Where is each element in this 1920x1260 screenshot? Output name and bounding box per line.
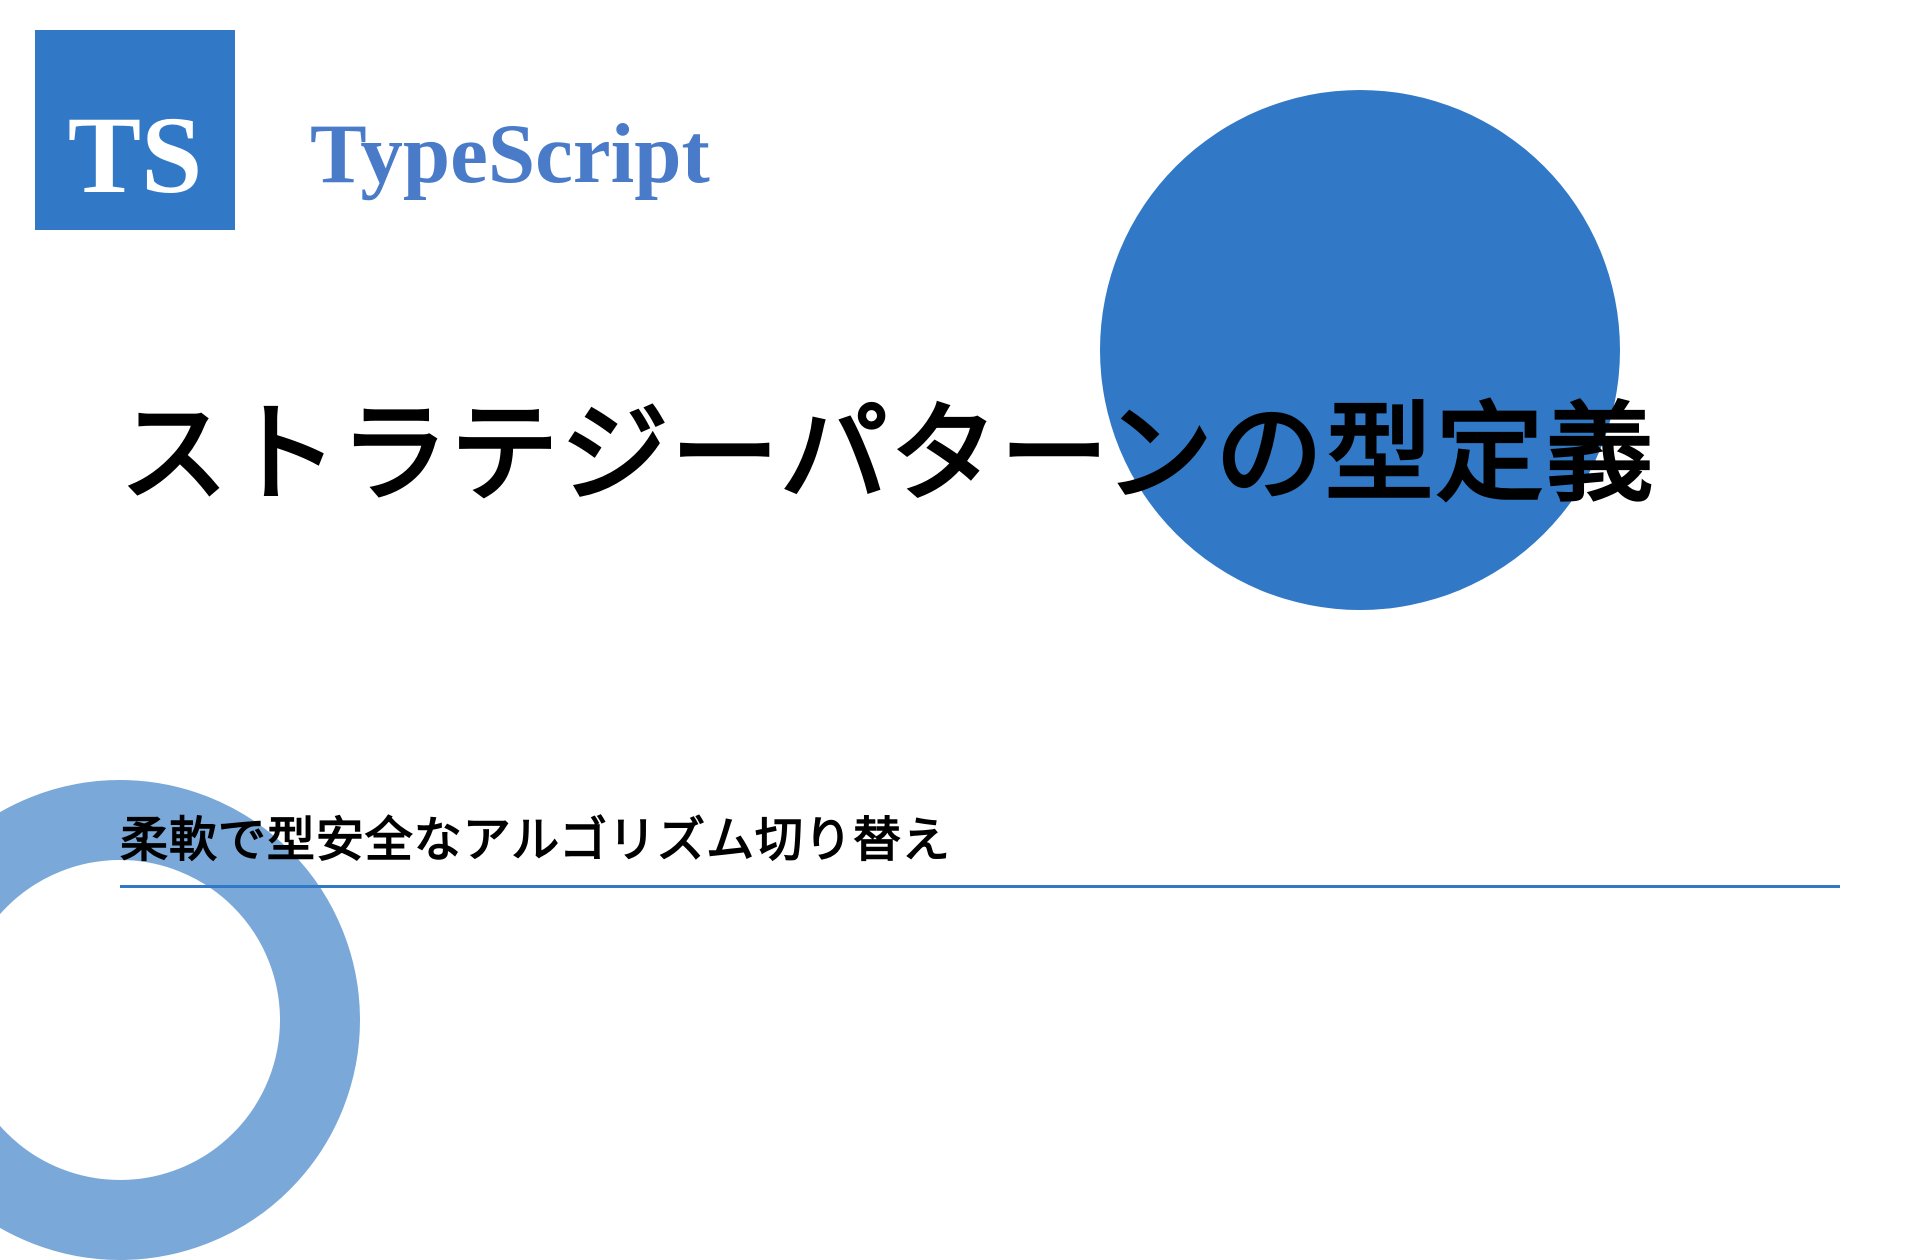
page-subtitle: 柔軟で型安全なアルゴリズム切り替え (120, 800, 951, 870)
header-label: TypeScript (310, 105, 710, 203)
ts-logo-badge: TS (35, 30, 235, 230)
ts-logo-text: TS (68, 100, 203, 210)
page-title: ストラテジーパターンの型定義 (120, 370, 1800, 537)
divider-line (120, 885, 1840, 888)
